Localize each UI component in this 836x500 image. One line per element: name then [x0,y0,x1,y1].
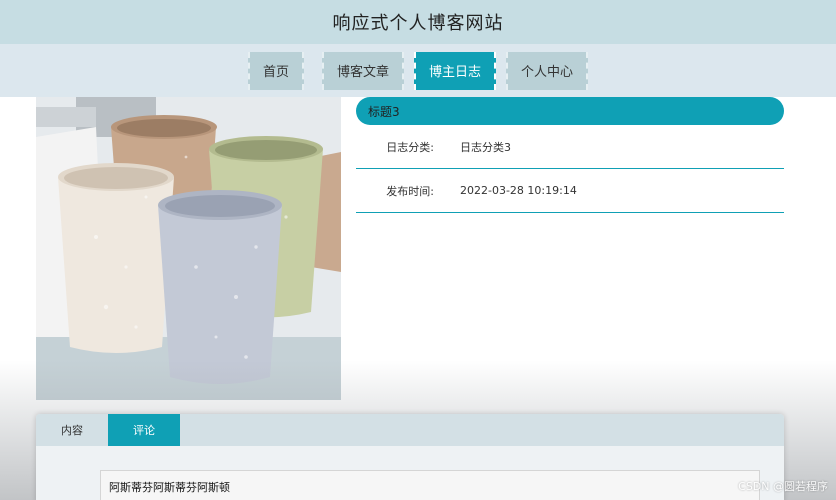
nav-item-blogger-log[interactable]: 博主日志 [414,51,497,90]
site-header: 响应式个人博客网站 [0,0,836,44]
log-title: 标题3 [368,104,400,119]
nav-item-home[interactable]: 首页 [247,51,304,90]
category-row: 日志分类: 日志分类3 [356,125,784,169]
main-nav: 首页 博客文章 博主日志 个人中心 [0,44,836,97]
cups-photo [36,97,341,400]
comment-input[interactable]: 阿斯蒂芬阿斯蒂芬阿斯顿 [100,470,760,500]
tab-strip: 内容 评论 [36,414,784,446]
publish-time-row: 发布时间: 2022-03-28 10:19:14 [356,169,784,213]
log-cover-image [36,97,341,400]
publish-time-label: 发布时间: [386,184,434,198]
category-label: 日志分类: [386,140,434,154]
tab-comments[interactable]: 评论 [108,414,180,446]
watermark: CSDN @圆若程序 [738,480,828,493]
tab-content[interactable]: 内容 [36,414,108,446]
log-detail-panel: 标题3 日志分类: 日志分类3 发布时间: 2022-03-28 10:19:1… [356,97,784,213]
log-title-bar: 标题3 [356,97,784,125]
content-tabs-card: 内容 评论 阿斯蒂芬阿斯蒂芬阿斯顿 [36,414,784,500]
publish-time-value: 2022-03-28 10:19:14 [460,184,577,197]
nav-item-personal-center[interactable]: 个人中心 [506,51,589,90]
category-value: 日志分类3 [460,140,511,154]
nav-item-blog-articles[interactable]: 博客文章 [321,51,404,90]
site-title: 响应式个人博客网站 [332,13,504,34]
